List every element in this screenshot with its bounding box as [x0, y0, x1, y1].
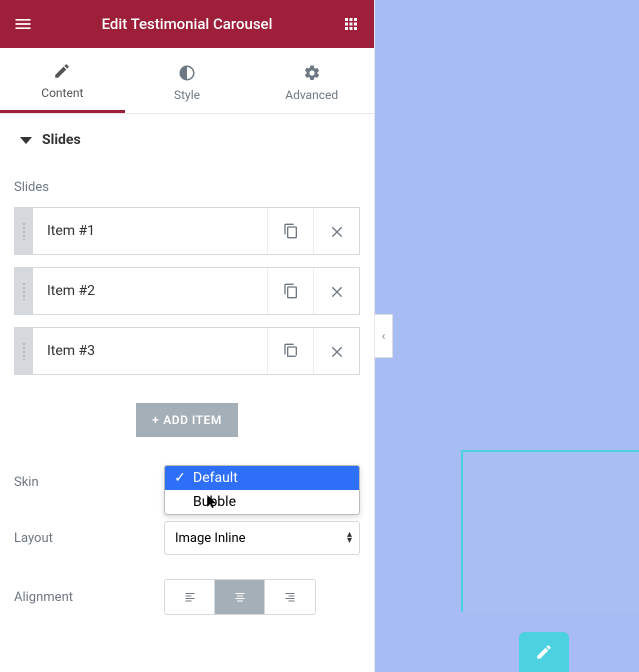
duplicate-button[interactable] [267, 268, 313, 314]
check-icon: ✓ [173, 470, 187, 486]
align-left-button[interactable] [165, 580, 215, 614]
caret-down-icon [20, 137, 32, 144]
contrast-icon [178, 64, 196, 82]
skin-option-bubble[interactable]: ✓ Bubble [165, 490, 359, 514]
editor-tabs: Content Style Advanced [0, 48, 374, 114]
slide-item[interactable]: Item #2 [14, 267, 360, 315]
edit-widget-fab[interactable] [519, 632, 569, 672]
slides-list: Item #1 Item #2 Item #3 [14, 207, 360, 375]
alignment-buttons [164, 579, 316, 615]
pencil-icon [535, 643, 553, 661]
slide-title[interactable]: Item #1 [33, 223, 267, 239]
drag-handle-icon[interactable] [15, 208, 33, 254]
section-header-slides[interactable]: Slides [0, 114, 374, 162]
tab-label: Content [41, 86, 83, 100]
alignment-control: Alignment [14, 579, 360, 619]
panel-header: Edit Testimonial Carousel [0, 0, 374, 48]
panel-title: Edit Testimonial Carousel [34, 15, 340, 33]
preview-canvas[interactable]: ‹ [375, 0, 639, 672]
align-center-button[interactable] [215, 580, 265, 614]
option-label: Bubble [193, 494, 236, 510]
duplicate-button[interactable] [267, 208, 313, 254]
panel-body: Slides Item #1 Item #2 Item #3 [0, 162, 374, 672]
drag-handle-icon[interactable] [15, 268, 33, 314]
layout-control: Layout Image Inline ▴▾ [14, 521, 360, 555]
add-item-button[interactable]: + ADD ITEM [136, 403, 238, 437]
add-item-label: ADD ITEM [163, 413, 222, 427]
editor-panel: Edit Testimonial Carousel Content Style … [0, 0, 375, 672]
tab-content[interactable]: Content [0, 48, 125, 113]
alignment-label: Alignment [14, 590, 164, 605]
pencil-icon [53, 62, 71, 80]
chevron-left-icon: ‹ [382, 329, 386, 343]
slides-label: Slides [14, 180, 360, 195]
plus-icon: + [152, 413, 159, 427]
apps-icon[interactable] [340, 13, 362, 35]
tab-label: Style [174, 88, 200, 102]
align-right-button[interactable] [265, 580, 315, 614]
option-label: Default [193, 470, 238, 486]
drag-handle-icon[interactable] [15, 328, 33, 374]
tab-label: Advanced [285, 88, 338, 102]
remove-button[interactable] [313, 268, 359, 314]
slide-title[interactable]: Item #3 [33, 343, 267, 359]
gear-icon [303, 64, 321, 82]
collapse-panel-button[interactable]: ‹ [375, 314, 393, 358]
duplicate-button[interactable] [267, 328, 313, 374]
slide-item[interactable]: Item #1 [14, 207, 360, 255]
menu-icon[interactable] [12, 13, 34, 35]
remove-button[interactable] [313, 328, 359, 374]
skin-dropdown: ✓ Default ✓ Bubble [164, 465, 360, 515]
layout-select[interactable]: Image Inline [164, 521, 360, 555]
skin-label: Skin [14, 475, 164, 490]
tab-advanced[interactable]: Advanced [249, 48, 374, 113]
tab-style[interactable]: Style [125, 48, 250, 113]
section-title: Slides [42, 132, 81, 148]
widget-selection-frame[interactable] [461, 450, 639, 612]
layout-label: Layout [14, 531, 164, 546]
slide-title[interactable]: Item #2 [33, 283, 267, 299]
slide-item[interactable]: Item #3 [14, 327, 360, 375]
skin-control: Skin ▴▾ ✓ Default ✓ Bubble [14, 465, 360, 499]
skin-option-default[interactable]: ✓ Default [165, 466, 359, 490]
remove-button[interactable] [313, 208, 359, 254]
